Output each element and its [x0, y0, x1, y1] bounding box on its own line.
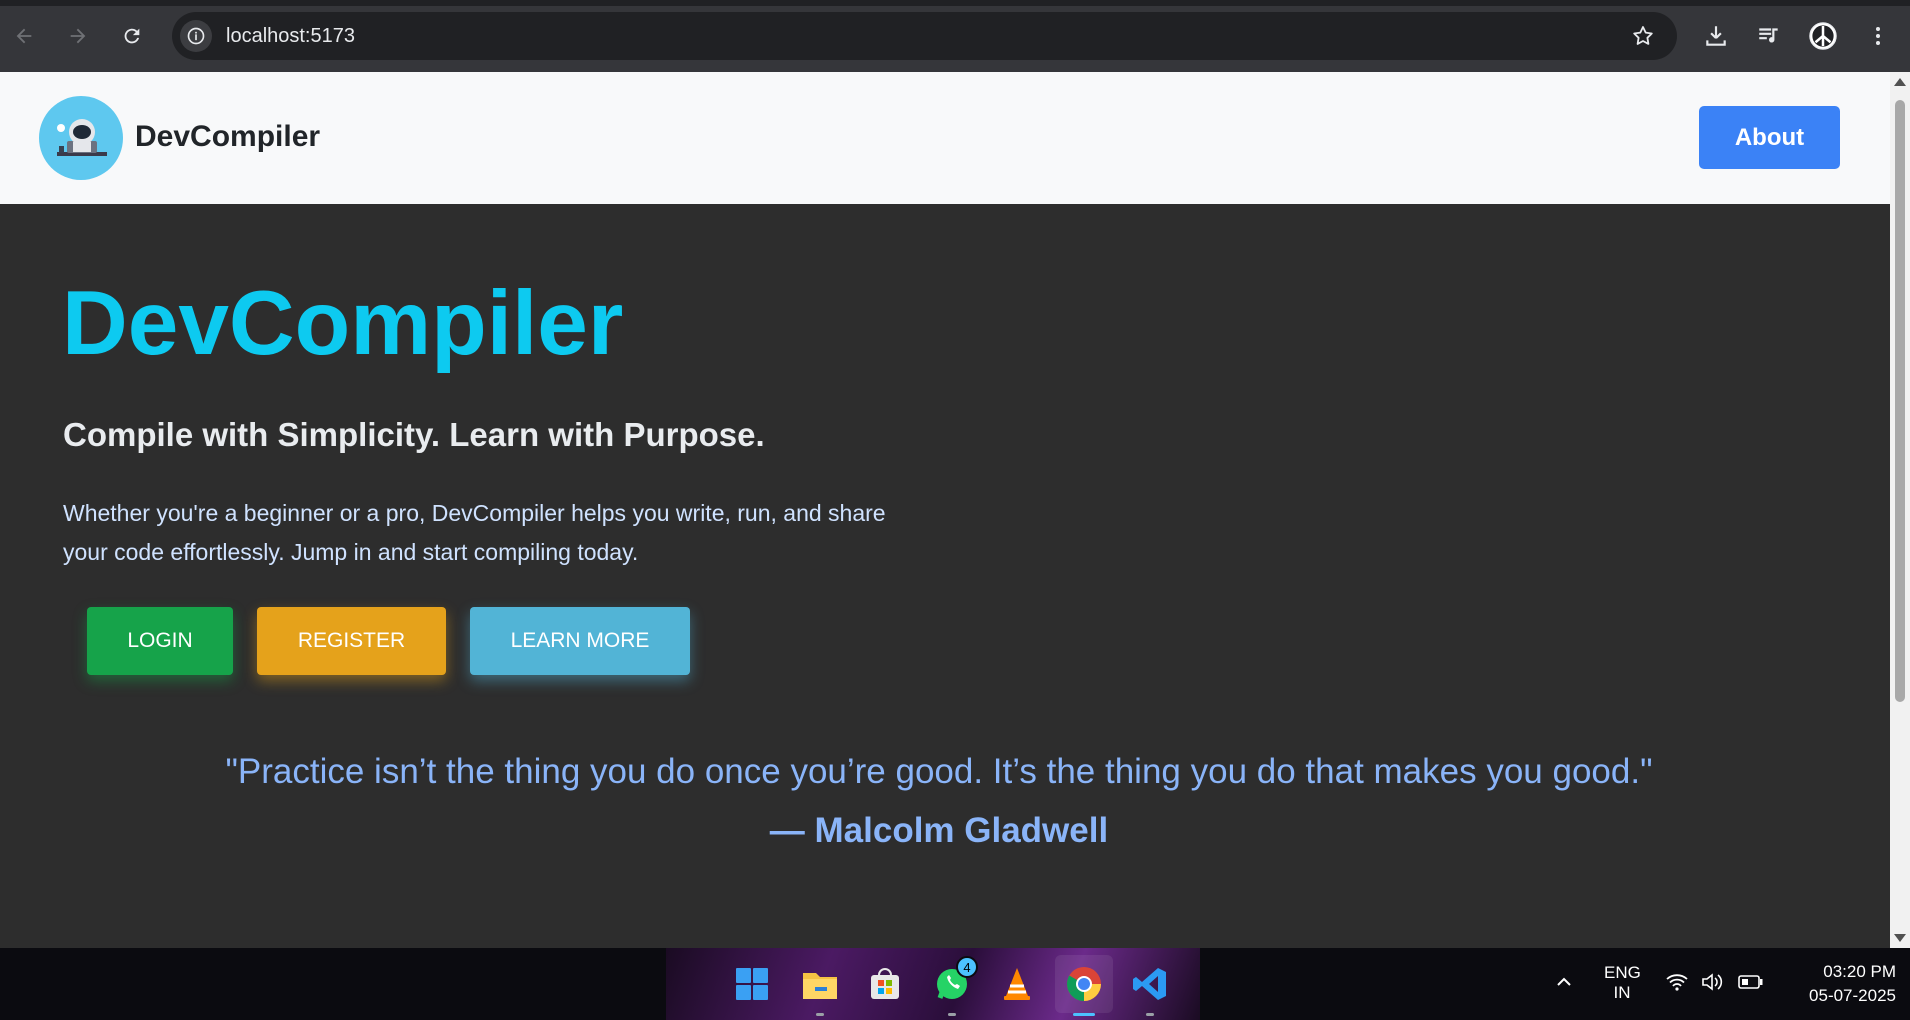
back-button[interactable]	[8, 20, 40, 52]
download-icon	[1706, 26, 1726, 46]
vscode-app[interactable]	[1128, 962, 1172, 1016]
bookmark-star-icon[interactable]	[1631, 24, 1655, 48]
vscode-icon	[1133, 968, 1166, 1000]
file-explorer-app[interactable]	[798, 962, 842, 1016]
downloads-button[interactable]	[1700, 20, 1732, 52]
running-indicator	[948, 1013, 956, 1016]
notification-badge: 4	[956, 956, 978, 978]
running-indicator	[1146, 1013, 1154, 1016]
quote-author: — Malcolm Gladwell	[769, 811, 1109, 850]
hero-description-line-1: Whether you're a beginner or a pro, DevC…	[63, 500, 886, 526]
windows-logo-icon	[736, 968, 768, 1000]
clock-time: 03:20 PM	[1823, 962, 1896, 981]
url-text[interactable]: localhost:5173	[226, 25, 355, 48]
kebab-menu-icon	[1876, 27, 1880, 45]
scrollbar-thumb[interactable]	[1895, 100, 1905, 702]
reload-button[interactable]	[116, 20, 148, 52]
playlist-music-icon	[1759, 28, 1778, 43]
astronaut-logo-icon[interactable]	[39, 96, 123, 180]
scroll-up-arrow-icon[interactable]	[1894, 78, 1906, 86]
region-code: IN	[1613, 983, 1631, 1002]
battery-icon[interactable]	[1738, 974, 1764, 995]
browser-toolbar: localhost:5173	[0, 0, 1910, 72]
login-button[interactable]: LOGIN	[87, 607, 233, 675]
input-language-indicator[interactable]: ENG IN	[1604, 963, 1641, 1003]
wifi-icon[interactable]	[1666, 973, 1688, 996]
profile-button[interactable]	[1807, 20, 1839, 52]
hero-description-line-2: your code effortlessly. Jump in and star…	[63, 539, 639, 565]
arrow-left-icon	[16, 28, 32, 44]
site-navbar: DevCompiler About	[0, 72, 1890, 204]
hero-description: Whether you're a beginner or a pro, DevC…	[63, 494, 963, 572]
active-indicator	[1073, 1013, 1095, 1016]
quote-text: "Practice isn’t the thing you do once yo…	[225, 752, 1653, 791]
arrow-right-icon	[70, 28, 86, 44]
microsoft-store-app[interactable]	[863, 962, 907, 1006]
vlc-app[interactable]	[995, 962, 1039, 1006]
chrome-icon	[1067, 967, 1101, 1001]
chevron-up-icon	[1557, 977, 1571, 986]
about-button[interactable]: About	[1699, 106, 1840, 169]
forward-button[interactable]	[62, 20, 94, 52]
folder-icon	[803, 973, 837, 999]
register-button[interactable]: REGISTER	[257, 607, 446, 675]
scroll-down-arrow-icon[interactable]	[1894, 934, 1906, 942]
windows-taskbar: 4 ENG IN 03:20 PM 05-07-2025	[0, 948, 1910, 1020]
chrome-menu-button[interactable]	[1862, 20, 1894, 52]
learn-more-button[interactable]: LEARN MORE	[470, 607, 690, 675]
hero-tagline: Compile with Simplicity. Learn with Purp…	[63, 416, 765, 453]
page-scrollbar[interactable]	[1890, 72, 1910, 948]
clock-date: 05-07-2025	[1809, 986, 1896, 1005]
page-viewport: DevCompiler About DevCompiler Compile wi…	[0, 72, 1890, 948]
site-info-icon[interactable]	[180, 20, 212, 52]
tab-strip	[0, 0, 1910, 6]
brand-name[interactable]: DevCompiler	[135, 120, 320, 154]
store-bag-icon	[871, 968, 899, 999]
address-bar[interactable]: localhost:5173	[172, 12, 1677, 60]
chrome-app[interactable]	[1055, 955, 1113, 1016]
whatsapp-app[interactable]: 4	[930, 956, 978, 1016]
clock[interactable]: 03:20 PM 05-07-2025	[1786, 960, 1896, 1008]
media-controls-button[interactable]	[1753, 20, 1785, 52]
start-button[interactable]	[730, 962, 774, 1006]
avatar-icon	[1809, 22, 1837, 50]
reload-icon	[124, 28, 140, 44]
hero-title: DevCompiler	[62, 273, 624, 374]
running-indicator	[816, 1013, 824, 1016]
show-hidden-icons-button[interactable]	[1554, 972, 1574, 997]
volume-icon[interactable]	[1701, 972, 1725, 997]
vlc-cone-icon	[1004, 968, 1030, 1000]
language-code: ENG	[1604, 963, 1641, 982]
